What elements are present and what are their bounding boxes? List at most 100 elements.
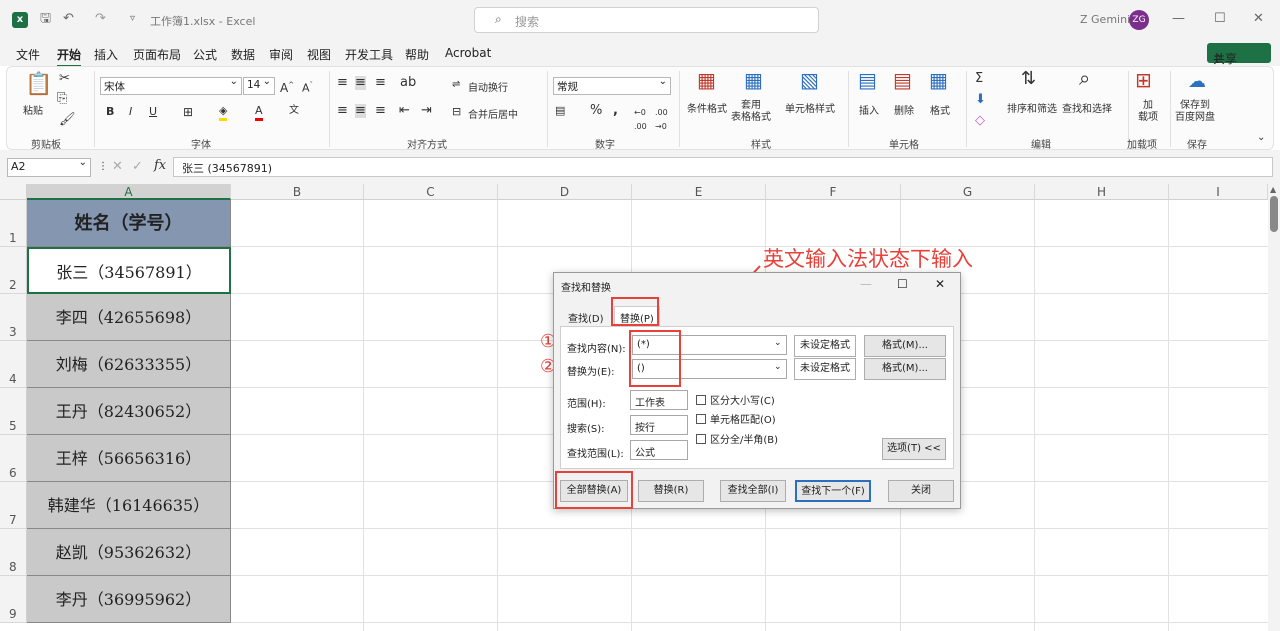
underline-icon[interactable]: U: [149, 105, 157, 119]
enter-formula-icon[interactable]: ✓: [132, 160, 143, 174]
column-header-c[interactable]: C: [364, 184, 498, 200]
header-cell[interactable]: 姓名（学号）: [27, 200, 231, 247]
font-name-select[interactable]: 宋体: [100, 76, 242, 95]
column-header-i[interactable]: I: [1169, 184, 1268, 200]
replace-with-dropdown-icon[interactable]: ⌄: [774, 362, 782, 372]
tab-acrobat[interactable]: Acrobat: [445, 46, 491, 60]
decrease-font-icon[interactable]: Aˇ: [302, 78, 313, 96]
column-header-a[interactable]: A: [27, 184, 231, 200]
tab-insert[interactable]: 插入: [94, 46, 118, 63]
customize-qat-icon[interactable]: ▿: [130, 12, 135, 26]
addins-icon[interactable]: ⊞: [1135, 70, 1152, 90]
baidu-cloud-icon[interactable]: ☁: [1188, 73, 1206, 91]
cell-styles-button[interactable]: 单元格样式: [785, 100, 835, 115]
format-table-icon[interactable]: ▦: [744, 70, 763, 90]
find-select-button[interactable]: 查找和选择: [1062, 100, 1112, 115]
formula-more-icon[interactable]: ⋮: [98, 160, 108, 174]
close-icon[interactable]: ✕: [1253, 12, 1264, 26]
clear-icon[interactable]: ◇: [975, 114, 985, 128]
column-header-d[interactable]: D: [498, 184, 632, 200]
cut-icon[interactable]: ✂: [59, 72, 70, 86]
tab-formulas[interactable]: 公式: [193, 46, 217, 63]
cancel-formula-icon[interactable]: ✕: [112, 160, 123, 174]
table-cell[interactable]: 王丹（82430652）: [27, 388, 231, 435]
delete-cells-button[interactable]: 删除: [894, 102, 914, 117]
dialog-minimize-icon[interactable]: —: [860, 277, 872, 291]
tab-home[interactable]: 开始: [57, 46, 82, 67]
redo-icon[interactable]: ↷: [95, 12, 106, 26]
bold-icon[interactable]: B: [106, 105, 114, 119]
dialog-close-icon[interactable]: ✕: [935, 277, 945, 291]
row-header[interactable]: 7: [0, 482, 27, 529]
align-right-icon[interactable]: ≡: [375, 104, 386, 118]
decrease-decimal-icon[interactable]: .00 →0: [655, 106, 668, 134]
insert-cells-button[interactable]: 插入: [859, 102, 879, 117]
insert-function-icon[interactable]: fx: [154, 159, 166, 173]
match-byte-checkbox[interactable]: 区分全/半角(B): [696, 431, 778, 446]
accounting-icon[interactable]: ▤: [555, 104, 565, 118]
tab-file[interactable]: 文件: [16, 46, 40, 63]
table-cell[interactable]: 李丹（36995962）: [27, 576, 231, 623]
merge-center-icon[interactable]: ⊟: [452, 105, 461, 119]
formula-input[interactable]: 张三 (34567891): [173, 157, 1273, 177]
column-header-h[interactable]: H: [1035, 184, 1169, 200]
font-size-select[interactable]: 14: [243, 76, 275, 95]
undo-icon[interactable]: ↶: [63, 12, 74, 26]
find-next-button[interactable]: 查找下一个(F): [795, 480, 871, 502]
fill-icon[interactable]: ⬇: [975, 93, 986, 107]
table-cell[interactable]: 韩建华（16146635）: [27, 482, 231, 529]
conditional-format-button[interactable]: 条件格式: [687, 100, 727, 115]
row-header[interactable]: 3: [0, 294, 27, 341]
save-icon[interactable]: 🖫: [40, 12, 51, 26]
find-select-icon[interactable]: ⌕: [1079, 68, 1090, 88]
italic-icon[interactable]: I: [129, 105, 132, 119]
wrap-text-button[interactable]: 自动换行: [468, 79, 508, 94]
search-order-select[interactable]: 按行: [630, 415, 688, 435]
format-table-button[interactable]: 套用 表格格式: [731, 100, 771, 124]
selected-cell[interactable]: 张三（34567891）: [27, 247, 231, 294]
tab-review[interactable]: 审阅: [269, 46, 293, 63]
align-center-icon[interactable]: ≡: [355, 104, 366, 118]
match-case-checkbox[interactable]: 区分大小写(C): [696, 392, 775, 407]
vertical-scrollbar[interactable]: ▲: [1268, 184, 1280, 631]
align-left-icon[interactable]: ≡: [337, 104, 348, 118]
within-select[interactable]: 工作表: [630, 390, 688, 410]
name-box[interactable]: A2: [7, 157, 91, 177]
orientation-icon[interactable]: ab: [400, 76, 416, 90]
look-in-select[interactable]: 公式: [630, 440, 688, 460]
find-format-button[interactable]: 格式(M)...: [864, 335, 946, 357]
tab-developer[interactable]: 开发工具: [345, 46, 393, 63]
paste-icon[interactable]: 📋: [25, 73, 52, 97]
increase-indent-icon[interactable]: ⇥: [421, 104, 432, 118]
share-button[interactable]: ⇪ 共享 ⌄: [1207, 43, 1271, 66]
find-all-button[interactable]: 查找全部(I): [720, 480, 786, 502]
number-format-select[interactable]: 常规: [553, 76, 671, 95]
conditional-format-icon[interactable]: ▦: [697, 70, 716, 90]
row-header[interactable]: 5: [0, 388, 27, 435]
column-header-e[interactable]: E: [632, 184, 766, 200]
addins-button[interactable]: 加 载项: [1138, 100, 1158, 124]
scrollbar-thumb[interactable]: [1270, 196, 1278, 232]
border-icon[interactable]: ⊞: [183, 105, 193, 119]
scroll-up-icon[interactable]: ▲: [1270, 185, 1276, 194]
tab-data[interactable]: 数据: [231, 46, 255, 63]
merge-center-button[interactable]: 合并后居中: [468, 106, 518, 121]
tab-view[interactable]: 视图: [307, 46, 331, 63]
row-header[interactable]: 1: [0, 200, 27, 247]
find-what-dropdown-icon[interactable]: ⌄: [774, 338, 782, 348]
align-middle-icon[interactable]: ≡: [355, 76, 366, 90]
save-baidu-button[interactable]: 保存到 百度网盘: [1175, 100, 1215, 124]
maximize-icon[interactable]: ☐: [1214, 12, 1226, 26]
dialog-maximize-icon[interactable]: ☐: [897, 277, 908, 291]
copy-icon[interactable]: ⎘: [57, 92, 67, 106]
comma-icon[interactable]: ,: [613, 104, 618, 118]
tab-help[interactable]: 帮助: [405, 46, 429, 63]
format-painter-icon[interactable]: 🖌: [59, 113, 76, 127]
table-cell[interactable]: 王梓（56656316）: [27, 435, 231, 482]
phonetic-icon[interactable]: 文: [289, 104, 299, 118]
decrease-indent-icon[interactable]: ⇤: [399, 104, 410, 118]
row-header[interactable]: 2: [0, 247, 27, 294]
match-entire-cell-checkbox[interactable]: 单元格匹配(O): [696, 411, 776, 426]
fill-color-icon[interactable]: ◈: [219, 104, 228, 121]
close-button[interactable]: 关闭: [888, 480, 954, 502]
